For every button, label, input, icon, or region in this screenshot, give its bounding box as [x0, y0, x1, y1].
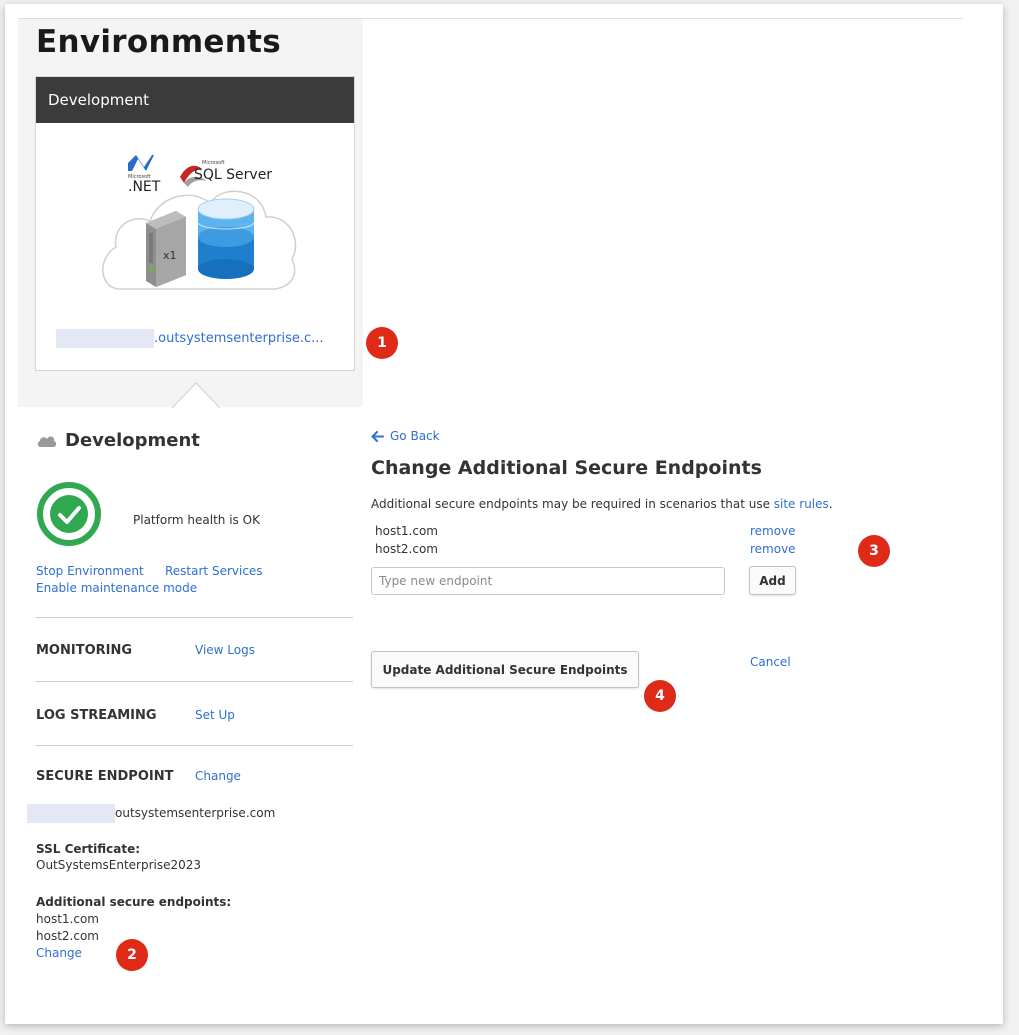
endpoint-row-host: host2.com — [375, 542, 438, 556]
ssl-certificate-label: SSL Certificate: — [36, 842, 141, 856]
restart-services-link[interactable]: Restart Services — [165, 564, 263, 578]
sql-server-logo: Microsoft SQL Server — [180, 160, 272, 187]
monitoring-label: MONITORING — [36, 643, 133, 658]
remove-endpoint-link[interactable]: remove — [750, 542, 796, 556]
sql-label: SQL Server — [194, 167, 272, 183]
environment-card-header: Development — [36, 77, 354, 123]
site-rules-link[interactable]: site rules — [774, 497, 829, 511]
add-endpoint-button[interactable]: Add — [749, 566, 796, 595]
secure-endpoint-domain: outsystemsenterprise.com — [27, 804, 275, 823]
environment-illustration: Microsoft .NET Microsoft SQL Server x1 — [102, 155, 297, 290]
environment-url-suffix: .outsystemsenterprise.c... — [154, 331, 324, 346]
section-divider — [36, 745, 353, 746]
endpoint-row-host: host1.com — [375, 524, 438, 538]
update-endpoints-button[interactable]: Update Additional Secure Endpoints — [371, 651, 639, 688]
form-description: Additional secure endpoints may be requi… — [371, 497, 833, 511]
redacted-hostname — [27, 804, 115, 823]
selected-environment-pointer — [172, 382, 220, 408]
form-description-text: Additional secure endpoints may be requi… — [371, 497, 774, 511]
additional-endpoints-label: Additional secure endpoints: — [36, 895, 232, 909]
additional-endpoints-change-link[interactable]: Change — [36, 946, 82, 960]
environment-card[interactable]: Development Microsoft .NET Microsoft SQL… — [35, 76, 355, 371]
view-logs-link[interactable]: View Logs — [195, 643, 255, 657]
dotnet-logo: Microsoft .NET — [128, 155, 161, 195]
remove-endpoint-link[interactable]: remove — [750, 524, 796, 538]
page-title: Environments — [36, 24, 282, 60]
form-title: Change Additional Secure Endpoints — [371, 457, 762, 479]
health-ok-icon — [37, 482, 101, 546]
secure-endpoint-change-link[interactable]: Change — [195, 769, 241, 783]
new-endpoint-input[interactable] — [371, 567, 725, 595]
environment-details-title: Development — [37, 430, 200, 451]
log-streaming-setup-link[interactable]: Set Up — [195, 708, 235, 722]
server-count: x1 — [163, 249, 177, 262]
dotnet-label: .NET — [128, 179, 161, 195]
cancel-link[interactable]: Cancel — [750, 655, 791, 669]
environment-details-name: Development — [65, 430, 200, 451]
health-status-text: Platform health is OK — [133, 513, 260, 527]
log-streaming-label: LOG STREAMING — [36, 708, 157, 723]
go-back-link[interactable]: Go Back — [371, 429, 440, 443]
secure-endpoint-label: SECURE ENDPOINT — [36, 769, 174, 784]
callout-badge-3: 3 — [858, 535, 890, 567]
go-back-label: Go Back — [390, 429, 440, 443]
enable-maintenance-link[interactable]: Enable maintenance mode — [36, 581, 197, 595]
sql-brand: Microsoft — [202, 160, 225, 166]
arrow-left-icon — [371, 430, 384, 442]
server-icon: x1 — [146, 211, 186, 287]
callout-badge-2: 2 — [116, 939, 148, 971]
secure-endpoint-domain-suffix: outsystemsenterprise.com — [115, 806, 276, 820]
stop-environment-link[interactable]: Stop Environment — [36, 564, 144, 578]
callout-badge-4: 4 — [644, 680, 676, 712]
section-divider — [36, 617, 353, 618]
environment-url[interactable]: .outsystemsenterprise.c... — [56, 329, 324, 348]
ssl-certificate-value: OutSystemsEnterprise2023 — [36, 858, 202, 872]
cloud-icon — [37, 436, 57, 447]
database-icon — [197, 198, 255, 279]
form-description-end: . — [828, 497, 833, 511]
callout-badge-1: 1 — [366, 327, 398, 359]
redacted-hostname — [56, 329, 154, 348]
additional-endpoint-item: host2.com — [36, 929, 99, 943]
additional-endpoint-item: host1.com — [36, 912, 99, 926]
section-divider — [36, 681, 353, 682]
